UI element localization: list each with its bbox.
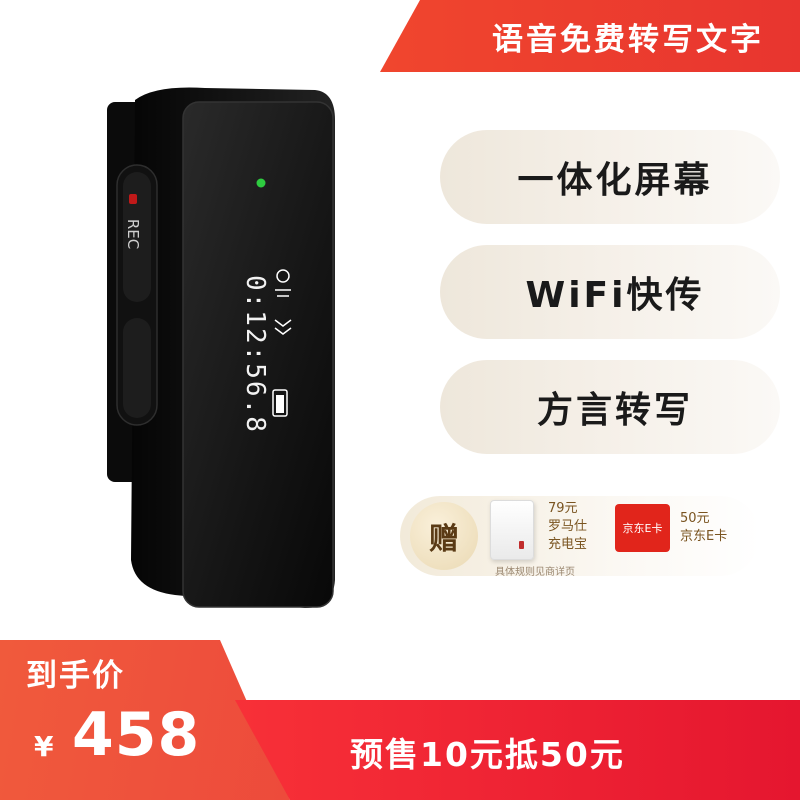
gift-item2-name: 京东E卡 xyxy=(680,529,728,544)
currency-symbol: ¥ xyxy=(34,730,54,763)
presale-offer: 预售10元抵50元 xyxy=(350,735,625,774)
feature-label: 方言转写 xyxy=(536,390,693,431)
powerbank-image xyxy=(490,500,534,560)
feature-label: 一体化屏幕 xyxy=(517,160,713,201)
feature-pill-dialect: 方言转写 xyxy=(440,360,780,454)
final-price-value: 458 xyxy=(72,700,201,770)
feature-pill-screen: 一体化屏幕 xyxy=(440,130,780,224)
screen-time-readout: 0:12:56.8 xyxy=(240,275,270,434)
feature-pill-wifi: WiFi快传 xyxy=(440,245,780,339)
gift-item1-name-line2: 充电宝 xyxy=(548,537,588,552)
recorder-device-image xyxy=(107,87,335,608)
jd-ecard-image: 京东E卡 xyxy=(615,504,670,552)
banner-text: 语音免费转写文字 xyxy=(492,21,764,58)
price-bar: 到手价 ¥ 458 预售10元抵50元 xyxy=(0,640,800,800)
rec-label: REC xyxy=(124,218,143,250)
gift-note: 具体规则见商详页 xyxy=(495,567,575,578)
feature-label: WiFi快传 xyxy=(525,275,705,316)
gift-item1-price: 79元 xyxy=(548,501,578,516)
final-price-label: 到手价 xyxy=(26,658,125,694)
gift-item1-name-line1: 罗马仕 xyxy=(548,519,588,534)
gift-badge: 赠 xyxy=(410,502,478,570)
gift-item2-price: 50元 xyxy=(680,511,710,526)
jd-card-label: 京东E卡 xyxy=(622,522,663,535)
gift-label: 赠 xyxy=(429,522,459,557)
top-banner: 语音免费转写文字 xyxy=(380,0,800,72)
